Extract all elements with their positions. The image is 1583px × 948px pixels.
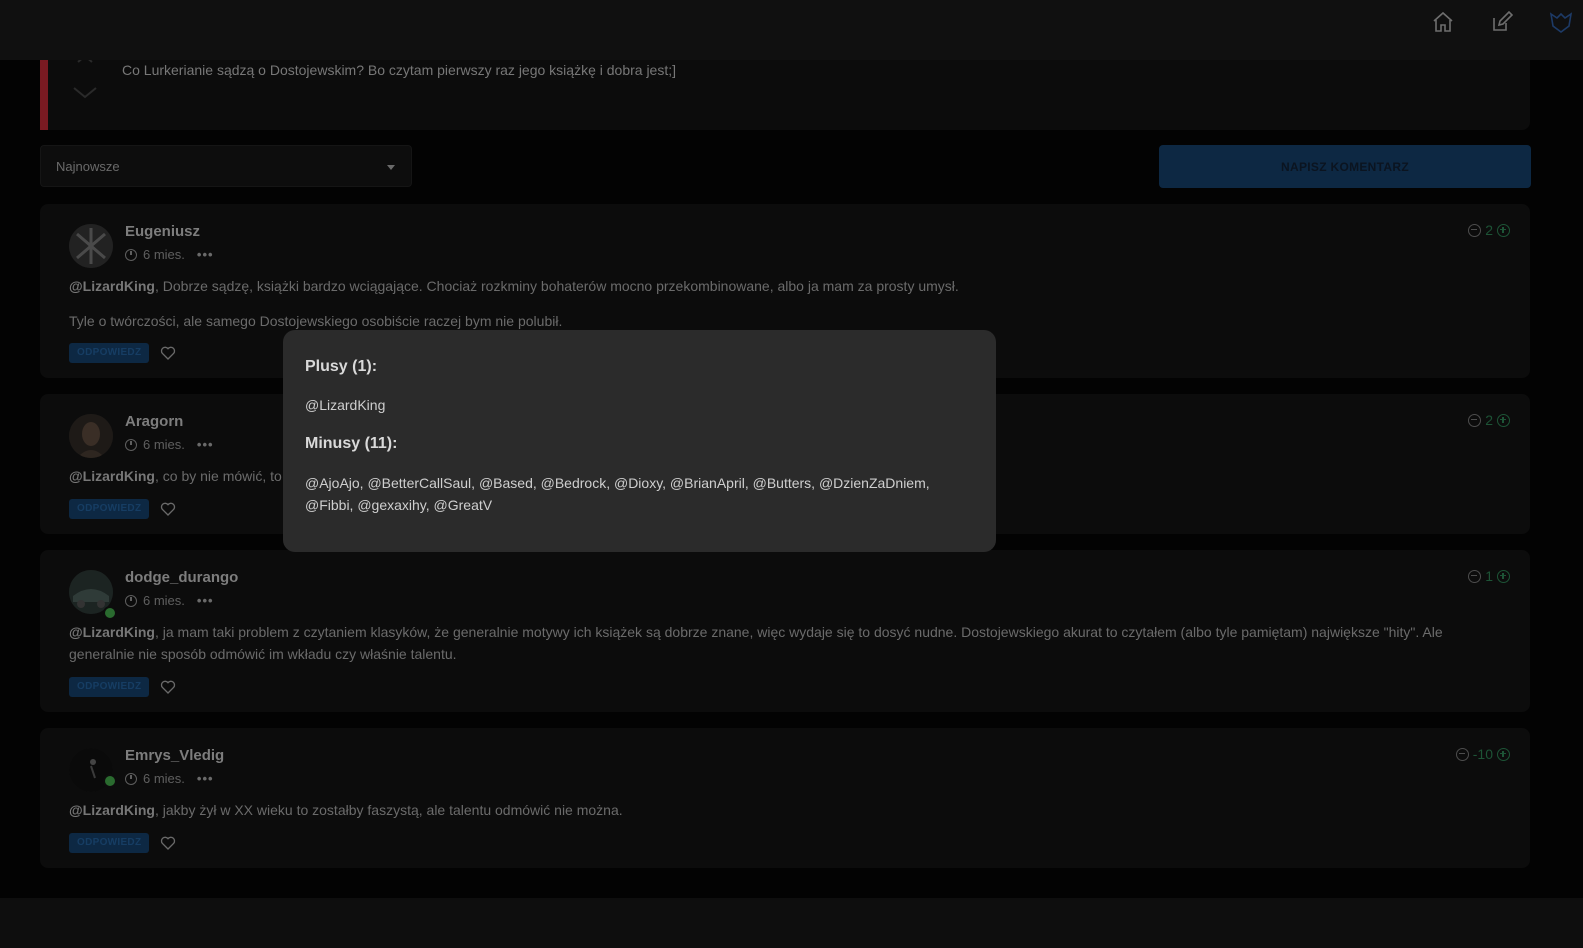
- comment-card: dodge_durango 6 mies. ••• 1 @LizardKing,…: [40, 550, 1530, 712]
- more-options-icon[interactable]: •••: [197, 593, 214, 608]
- comment-body: @LizardKing, jakby żył w XX wieku to zos…: [69, 799, 1510, 834]
- sort-select[interactable]: Najnowsze: [40, 145, 412, 187]
- post-accent-bar: [40, 60, 48, 130]
- avatar[interactable]: [69, 224, 113, 268]
- comment-time: 6 mies.: [143, 771, 185, 786]
- vote-controls: 2: [1468, 412, 1510, 428]
- post-text: Co Lurkerianie sądzą o Dostojewskim? Bo …: [122, 62, 677, 78]
- comment-score[interactable]: 2: [1485, 222, 1493, 238]
- mention-link[interactable]: @LizardKing: [69, 468, 155, 484]
- comment-author[interactable]: dodge_durango: [125, 569, 238, 586]
- comment-score[interactable]: -10: [1473, 746, 1493, 762]
- upvote-icon[interactable]: [1497, 569, 1510, 583]
- online-status-badge: [103, 606, 117, 620]
- reply-button[interactable]: ODPOWIEDZ: [69, 677, 150, 697]
- heart-icon[interactable]: [160, 679, 176, 695]
- comment-author[interactable]: Eugeniusz: [125, 223, 200, 240]
- upvote-icon[interactable]: [1497, 223, 1510, 237]
- minus-voters-line: @Fibbi, @gexaxihy, @GreatV: [305, 497, 493, 513]
- upvote-icon[interactable]: [1497, 747, 1510, 761]
- mention-link[interactable]: @LizardKing: [69, 802, 155, 818]
- sort-selected-value: Najnowsze: [56, 159, 120, 174]
- edit-icon[interactable]: [1490, 10, 1514, 34]
- downvote-icon[interactable]: [1468, 223, 1482, 237]
- comment-body: @LizardKing, ja mam taki problem z czyta…: [69, 621, 1510, 678]
- post-vote-arrows[interactable]: [70, 60, 100, 100]
- reply-button[interactable]: ODPOWIEDZ: [69, 343, 150, 363]
- heart-icon[interactable]: [160, 501, 176, 517]
- votes-popup: Plusy (1): @LizardKing Minusy (11): @Ajo…: [283, 330, 996, 552]
- downvote-icon[interactable]: [1455, 747, 1469, 761]
- mention-link[interactable]: @LizardKing: [69, 278, 155, 294]
- comment-card: Emrys_Vledig 6 mies. ••• -10 @LizardKing…: [40, 728, 1530, 868]
- vote-controls: 2: [1468, 222, 1510, 238]
- comment-text: , Dobrze sądzę, książki bardzo wciągając…: [154, 278, 959, 294]
- comment-text: Tyle o twórczości, ale samego Dostojewsk…: [69, 313, 563, 329]
- wolf-logo-icon[interactable]: [1549, 10, 1573, 34]
- comment-meta: 6 mies. •••: [125, 771, 214, 786]
- clock-icon: [125, 772, 137, 785]
- comment-text: , ja mam taki problem z czytaniem klasyk…: [69, 624, 1443, 662]
- upvote-icon[interactable]: [1497, 413, 1510, 427]
- heart-icon[interactable]: [160, 835, 176, 851]
- more-options-icon[interactable]: •••: [197, 771, 214, 786]
- downvote-icon[interactable]: [1468, 413, 1482, 427]
- minus-votes-heading: Minusy (11):: [305, 435, 398, 452]
- top-navigation-bar: [0, 0, 1583, 60]
- vote-controls: -10: [1455, 746, 1510, 762]
- comment-time: 6 mies.: [143, 437, 185, 452]
- comment-time: 6 mies.: [143, 247, 185, 262]
- home-icon[interactable]: [1431, 10, 1455, 34]
- minus-voters-list[interactable]: @AjoAjo, @BetterCallSaul, @Based, @Bedro…: [305, 472, 965, 516]
- online-status-badge: [103, 774, 117, 788]
- comment-meta: 6 mies. •••: [125, 437, 214, 452]
- comment-meta: 6 mies. •••: [125, 247, 214, 262]
- page-footer: [0, 898, 1583, 948]
- vote-controls: 1: [1468, 568, 1510, 584]
- heart-icon[interactable]: [160, 345, 176, 361]
- comment-text: , jakby żył w XX wieku to zostałby faszy…: [154, 802, 623, 818]
- comment-time: 6 mies.: [143, 593, 185, 608]
- plus-voters-list[interactable]: @LizardKing: [305, 394, 965, 416]
- write-comment-button[interactable]: NAPISZ KOMENTARZ: [1159, 145, 1531, 188]
- reply-button[interactable]: ODPOWIEDZ: [69, 499, 150, 519]
- comment-author[interactable]: Emrys_Vledig: [125, 747, 224, 764]
- comment-meta: 6 mies. •••: [125, 593, 214, 608]
- plus-votes-heading: Plusy (1):: [305, 358, 378, 375]
- mention-link[interactable]: @LizardKing: [69, 624, 155, 640]
- more-options-icon[interactable]: •••: [197, 437, 214, 452]
- comment-score[interactable]: 1: [1485, 568, 1493, 584]
- clock-icon: [125, 594, 137, 607]
- minus-voters-line: @AjoAjo, @BetterCallSaul, @Based, @Bedro…: [305, 475, 930, 491]
- comment-author[interactable]: Aragorn: [125, 413, 183, 430]
- reply-button[interactable]: ODPOWIEDZ: [69, 833, 150, 853]
- comment-score[interactable]: 2: [1485, 412, 1493, 428]
- avatar[interactable]: [69, 414, 113, 458]
- caret-down-icon: [387, 165, 395, 170]
- clock-icon: [125, 248, 137, 261]
- comment-text: , co by nie mówić, to: [154, 468, 282, 484]
- more-options-icon[interactable]: •••: [197, 247, 214, 262]
- clock-icon: [125, 438, 137, 451]
- downvote-icon[interactable]: [1468, 569, 1482, 583]
